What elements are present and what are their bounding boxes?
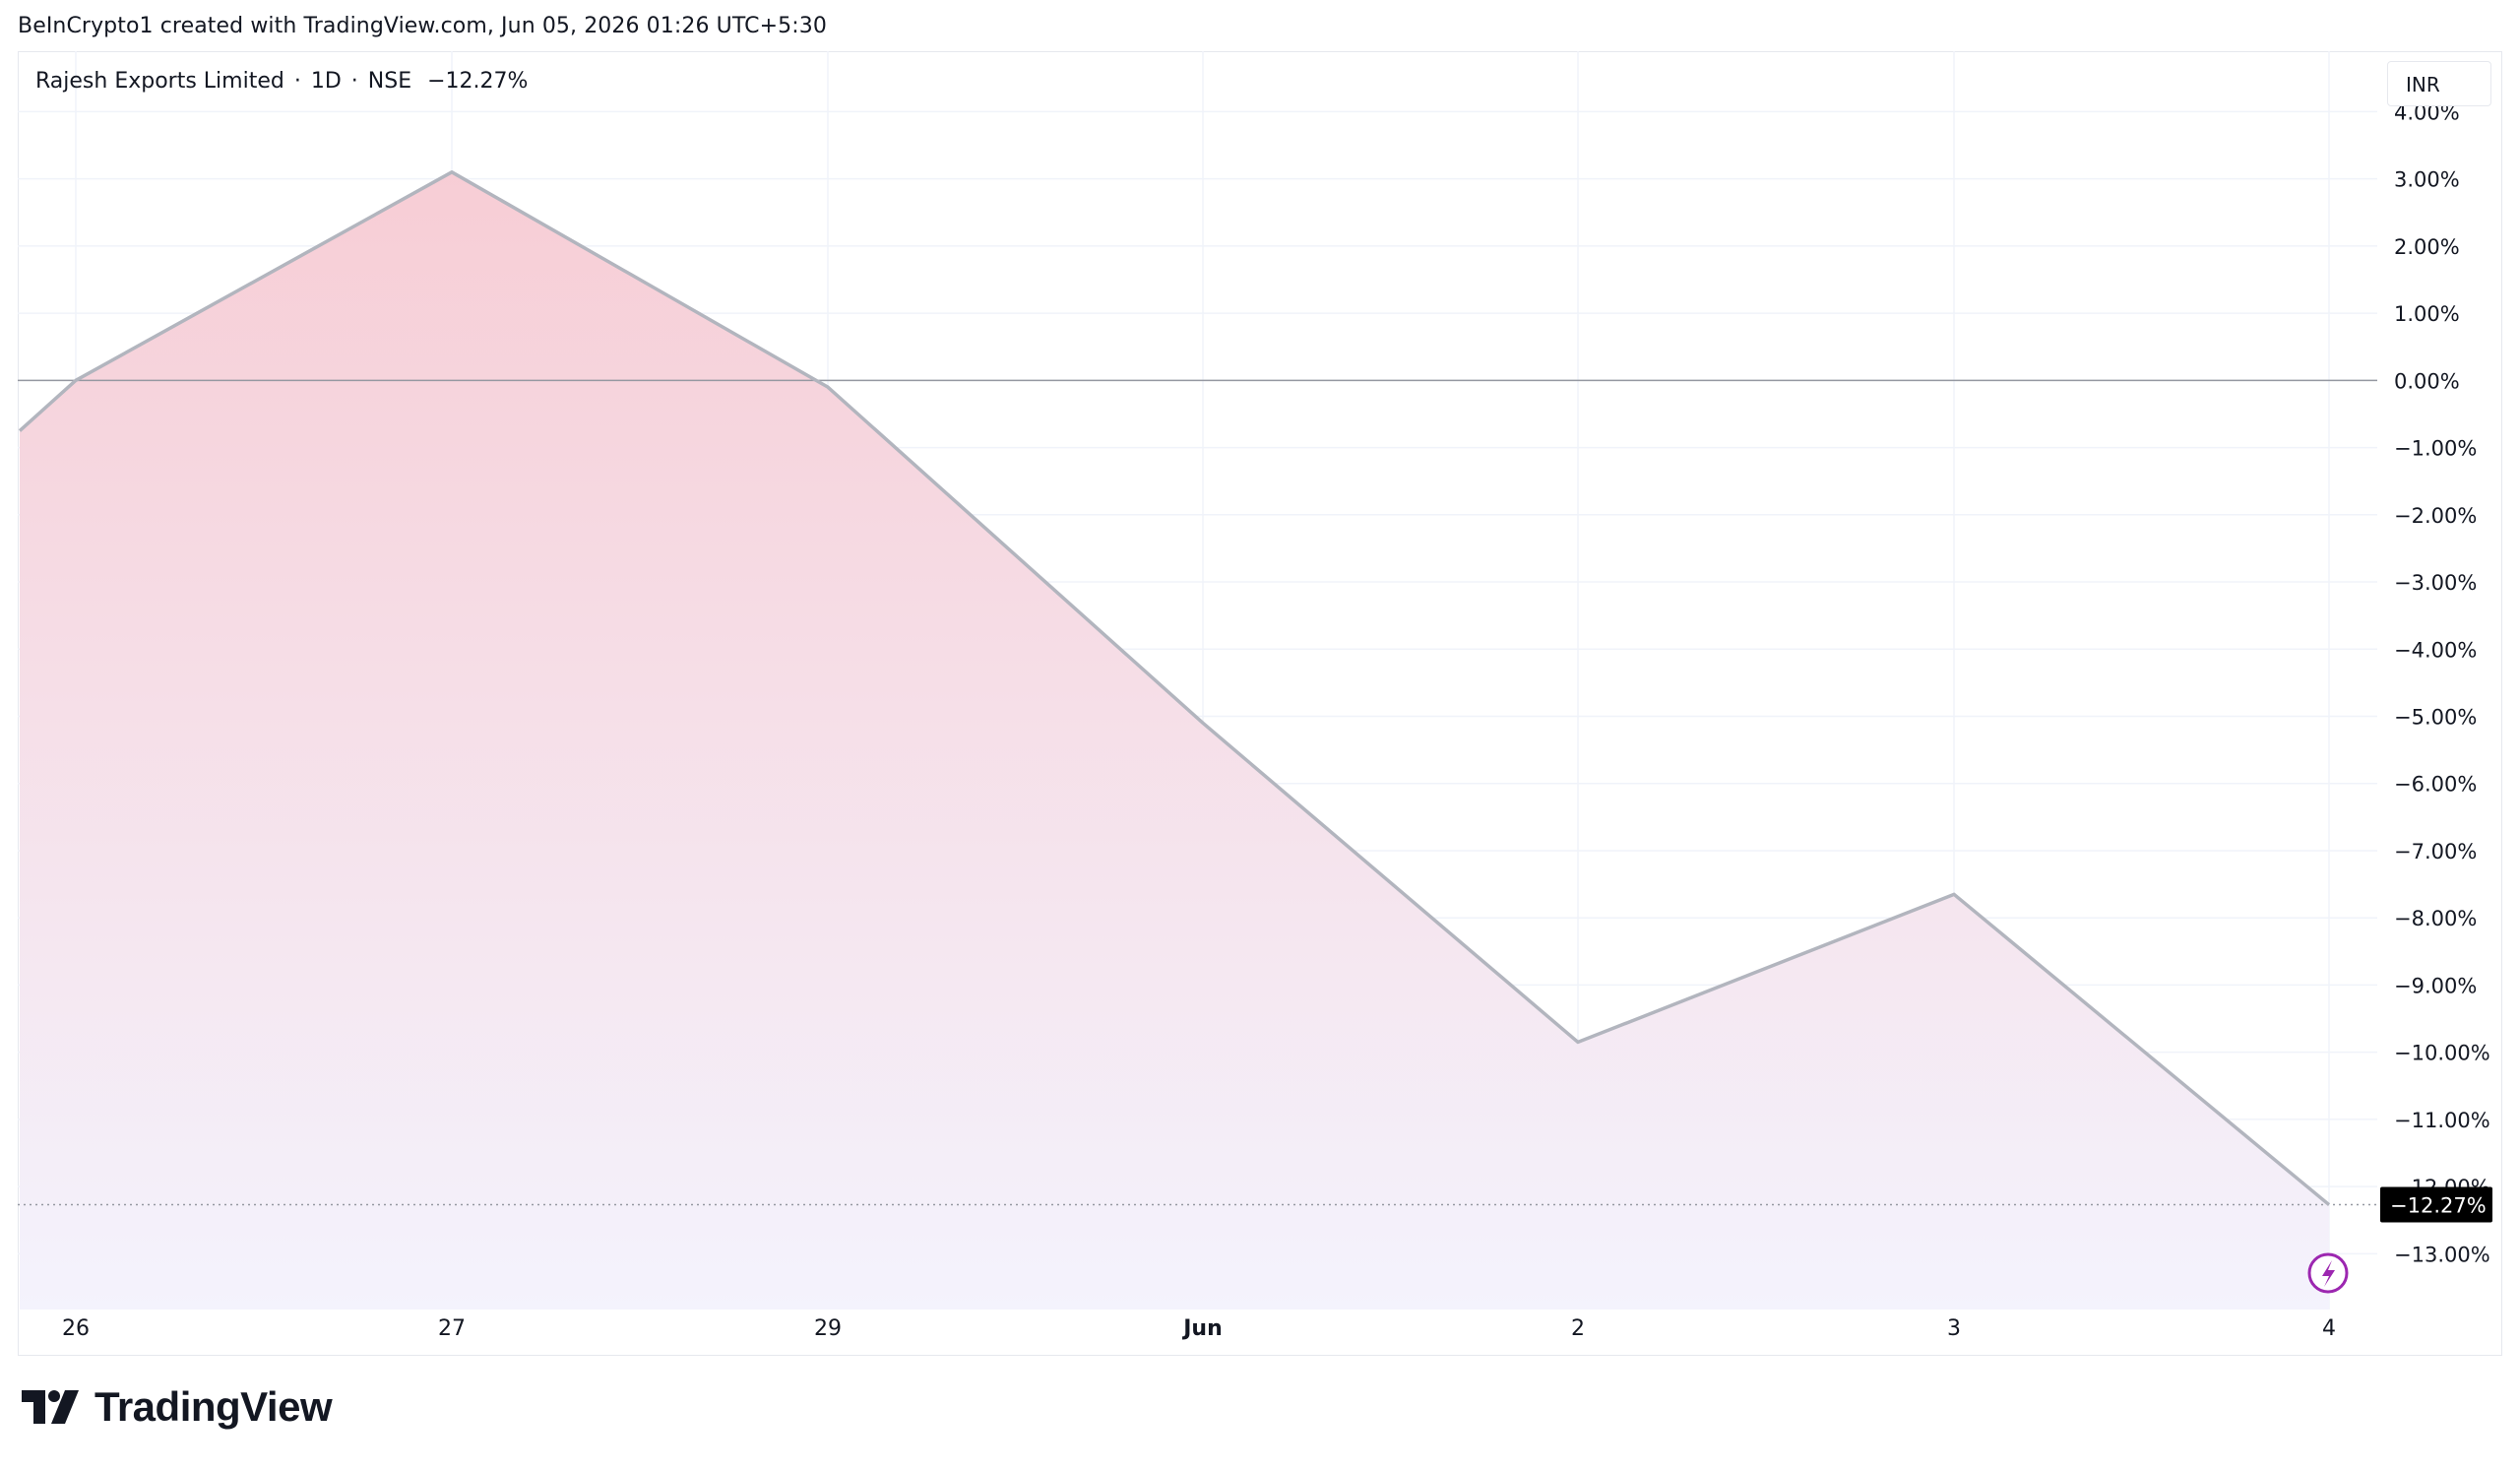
chart-legend[interactable]: Rajesh Exports Limited · 1D · NSE −12.27…: [35, 69, 528, 94]
x-tick-label: 2: [1571, 1316, 1585, 1341]
y-tick-label: 3.00%: [2394, 168, 2460, 192]
tradingview-logo[interactable]: TradingView: [22, 1383, 333, 1431]
y-tick-label: −2.00%: [2394, 504, 2477, 528]
x-tick-label: 29: [814, 1316, 842, 1341]
y-tick-label: 1.00%: [2394, 302, 2460, 326]
x-axis[interactable]: 26 27 29 Jun 2 3 4: [62, 1316, 2336, 1341]
legend-separator: ·: [350, 69, 358, 94]
y-tick-label: −1.00%: [2394, 437, 2477, 461]
legend-separator: ·: [293, 69, 301, 94]
y-tick-label: −3.00%: [2394, 571, 2477, 595]
x-tick-label: 27: [438, 1316, 466, 1341]
legend-interval: 1D: [310, 69, 342, 94]
area-shape: [20, 171, 2329, 1311]
y-tick-label: 2.00%: [2394, 235, 2460, 259]
last-value-label: −12.27%: [2390, 1194, 2487, 1218]
currency-selector[interactable]: INR: [2387, 61, 2491, 106]
y-tick-label: −11.00%: [2394, 1109, 2490, 1132]
y-tick-label: −8.00%: [2394, 907, 2477, 930]
legend-exchange: NSE: [367, 69, 412, 94]
x-tick-label: Jun: [1181, 1316, 1223, 1341]
y-tick-label: −10.00%: [2394, 1042, 2490, 1065]
y-tick-label: −7.00%: [2394, 840, 2477, 863]
chart-page: BeInCrypto1 created with TradingView.com…: [0, 0, 2520, 1471]
y-tick-label: −4.00%: [2394, 638, 2477, 662]
price-chart[interactable]: 4.00%3.00%2.00%1.00%0.00%−1.00%−2.00%−3.…: [0, 0, 2520, 1471]
x-tick-label: 4: [2322, 1316, 2336, 1341]
legend-symbol: Rajesh Exports Limited: [35, 69, 284, 94]
last-value-marker: −12.27%: [2380, 1186, 2492, 1223]
flash-icon[interactable]: [2307, 1252, 2349, 1294]
y-tick-label: −13.00%: [2394, 1243, 2490, 1266]
y-tick-label: −6.00%: [2394, 773, 2477, 797]
tradingview-logo-text: TradingView: [94, 1383, 333, 1430]
x-tick-label: 3: [1947, 1316, 1961, 1341]
legend-change: −12.27%: [427, 69, 529, 94]
x-tick-label: 26: [62, 1316, 90, 1341]
tradingview-logo-icon: [22, 1390, 79, 1424]
y-tick-label: −9.00%: [2394, 974, 2477, 997]
y-tick-label: 0.00%: [2394, 369, 2460, 393]
y-axis[interactable]: 4.00%3.00%2.00%1.00%0.00%−1.00%−2.00%−3.…: [2394, 100, 2490, 1266]
y-tick-label: −5.00%: [2394, 706, 2477, 730]
area-fill: [20, 171, 2329, 1311]
